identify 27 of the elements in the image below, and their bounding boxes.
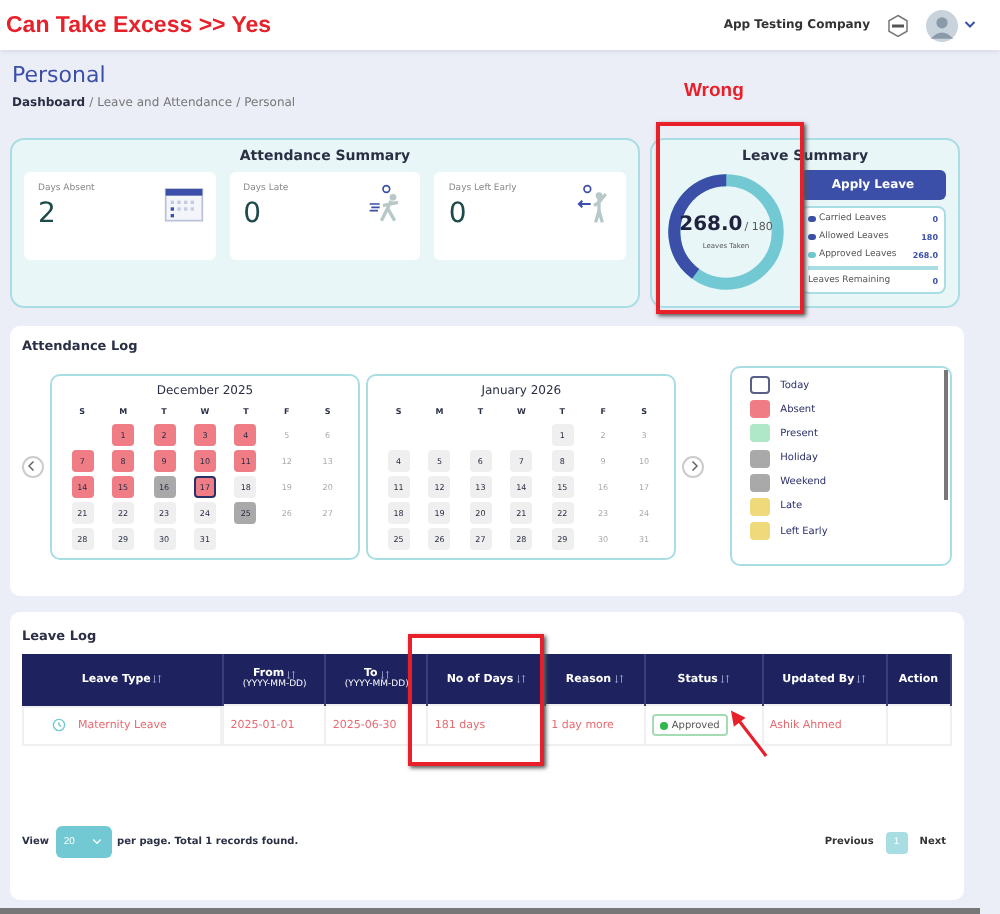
next-month-button[interactable]	[682, 455, 705, 477]
sort-icon	[613, 674, 624, 684]
sort-icon	[379, 669, 390, 679]
annotation-text: Wrong	[684, 80, 744, 102]
scrollbar[interactable]	[944, 370, 948, 500]
page-title: Personal	[12, 62, 108, 88]
annotation-text: Can Take Excess >> Yes	[6, 13, 272, 37]
sort-icon	[152, 674, 163, 685]
chevron-right-icon	[687, 460, 700, 472]
sort-icon	[286, 669, 297, 679]
highlight-frame	[408, 634, 544, 766]
sort-icon	[719, 674, 730, 684]
annotation-arrow	[728, 708, 772, 760]
stat-value: 0	[448, 198, 469, 230]
sort-icon	[515, 674, 526, 684]
previous-month-button[interactable]	[22, 455, 44, 477]
sort-icon	[856, 674, 867, 684]
stat-value: 0	[243, 198, 264, 230]
caret-icon[interactable]	[964, 20, 976, 30]
hexagon-logo-icon	[886, 13, 910, 37]
stat-value: 2	[38, 198, 58, 230]
chevron-left-icon	[26, 460, 39, 472]
leaves-taken-value: 268.0	[679, 214, 743, 236]
caret-icon	[92, 838, 103, 846]
clock-icon	[52, 718, 66, 732]
calendar-icon	[163, 184, 204, 224]
status-dot-icon	[659, 721, 668, 729]
